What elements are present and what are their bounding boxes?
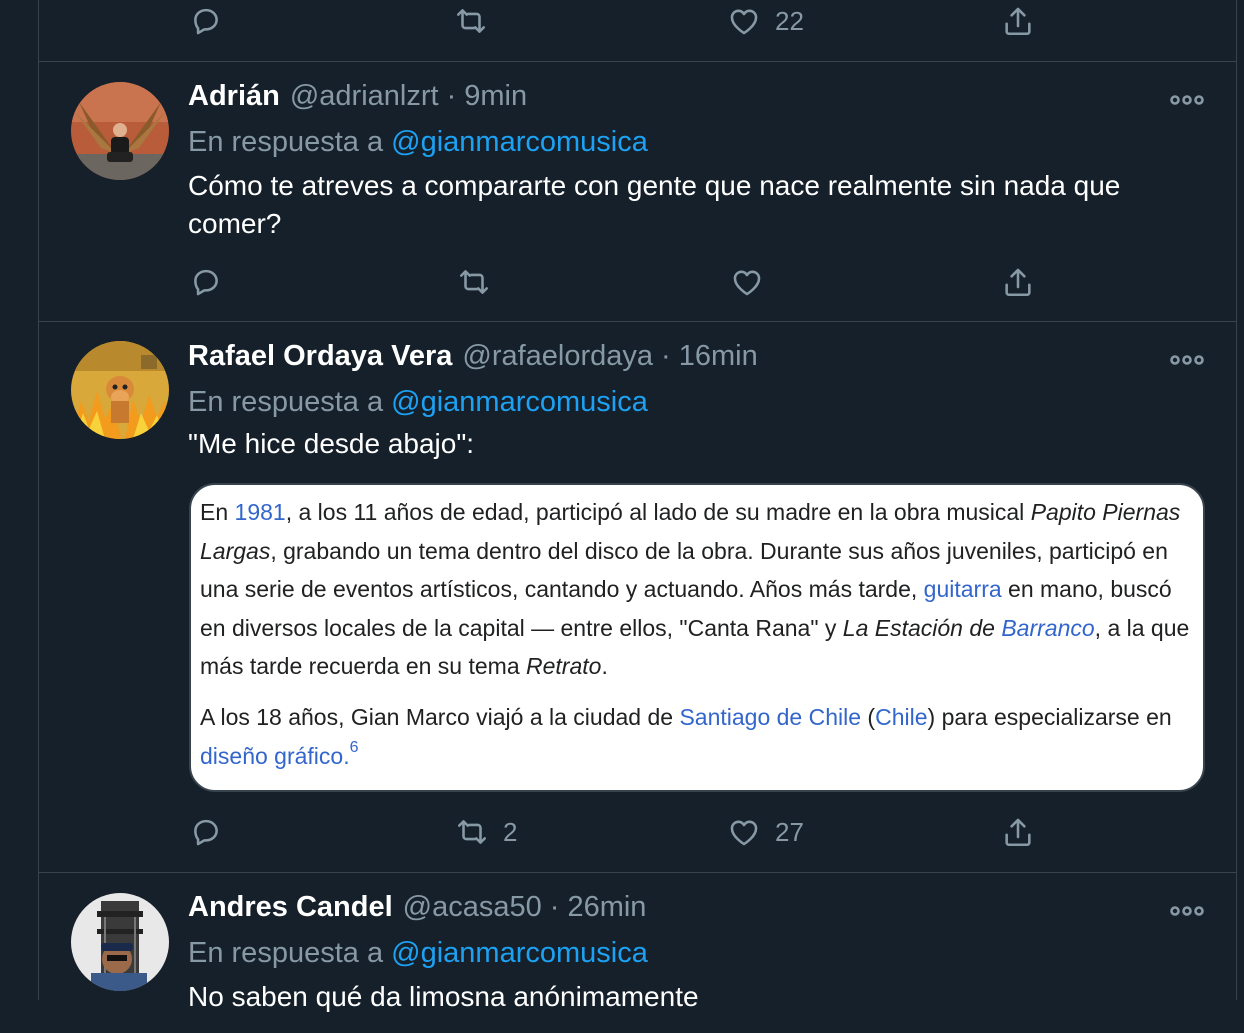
like-button[interactable]: 27 — [727, 812, 804, 852]
like-button[interactable]: 22 — [727, 1, 804, 41]
more-icon — [1170, 906, 1204, 916]
tweet-actions: 22 — [189, 1, 1069, 41]
timeline-column: 22 Adrián @adrianlzrt · 9min En respuest… — [38, 0, 1237, 1012]
reply-context: En respuesta a @gianmarcomusica — [188, 386, 648, 419]
tweet[interactable]: Rafael Ordaya Vera @rafaelordaya · 16min… — [39, 322, 1236, 873]
separator: · — [661, 340, 671, 372]
image-card[interactable]: En 1981, a los 11 años de edad, particip… — [189, 483, 1205, 792]
text-run: . — [601, 653, 608, 679]
heart-icon — [730, 820, 758, 846]
retweet-icon — [459, 270, 489, 294]
reply-context: En respuesta a @gianmarcomusica — [188, 937, 648, 970]
like-count: 22 — [775, 5, 804, 36]
reply-icon — [194, 8, 218, 35]
text-run: En — [200, 499, 235, 525]
mention-link[interactable]: @gianmarcomusica — [391, 126, 648, 158]
wiki-link: 1981 — [234, 499, 286, 525]
heart-icon — [730, 9, 758, 35]
text-run: A los 18 años, Gian Marco viajó a la ciu… — [200, 704, 680, 730]
more-icon — [1170, 355, 1204, 365]
wiki-link: guitarra — [923, 576, 1002, 602]
reply-prefix: En respuesta a — [188, 937, 392, 969]
reply-button[interactable] — [189, 262, 223, 302]
text-run: , a los 11 años de edad, participó al la… — [285, 499, 1031, 525]
tweet-text: Cómo te atreves a compararte con gente q… — [188, 170, 1121, 239]
mention-link[interactable]: @gianmarcomusica — [391, 937, 648, 969]
reply-button[interactable] — [189, 812, 223, 852]
tweet-header: Rafael Ordaya Vera @rafaelordaya · 16min — [188, 340, 758, 380]
share-icon — [1005, 818, 1031, 847]
display-name[interactable]: Rafael Ordaya Vera — [188, 340, 452, 373]
user-handle[interactable]: @acasa50 — [403, 891, 542, 924]
share-button[interactable] — [1001, 262, 1035, 302]
retweet-button[interactable]: 2 — [455, 812, 517, 852]
italic-text: La Estación de — [842, 614, 1002, 641]
more-options-button[interactable] — [1169, 901, 1205, 921]
more-options-button[interactable] — [1169, 350, 1205, 370]
tweet-text: "Me hice desde abajo": — [188, 428, 475, 459]
previous-tweet: 22 — [39, 0, 1236, 62]
heart-icon — [733, 270, 761, 296]
avatar[interactable] — [71, 341, 169, 439]
avatar[interactable] — [71, 82, 169, 180]
reply-icon — [194, 819, 218, 846]
tweet-actions — [189, 262, 1069, 302]
like-button[interactable] — [730, 262, 764, 302]
more-options-button[interactable] — [1169, 90, 1205, 110]
reply-button[interactable] — [189, 1, 223, 41]
share-icon — [1005, 7, 1031, 36]
user-handle[interactable]: @adrianlzrt — [290, 80, 439, 113]
tweet[interactable]: Andres Candel @acasa50 · 26min En respue… — [39, 873, 1236, 1033]
reply-icon — [194, 269, 218, 296]
separator: · — [549, 891, 560, 923]
retweet-button[interactable] — [457, 262, 491, 302]
reply-prefix: En respuesta a — [188, 126, 392, 158]
user-handle[interactable]: @rafaelordaya — [462, 340, 653, 373]
tweet-actions: 2 27 — [189, 812, 1069, 852]
citation-superscript: 6 — [349, 738, 359, 756]
retweet-icon — [456, 9, 486, 33]
separator: · — [446, 80, 457, 112]
tweet-header: Andres Candel @acasa50 · 26min — [188, 891, 646, 931]
wiki-link: diseño gráfico — [200, 742, 344, 769]
reply-context: En respuesta a @gianmarcomusica — [188, 126, 648, 159]
reply-prefix: En respuesta a — [188, 386, 392, 418]
mention-link[interactable]: @gianmarcomusica — [391, 386, 648, 418]
tweet[interactable]: Adrián @adrianlzrt · 9min En respuesta a… — [39, 62, 1236, 322]
display-name[interactable]: Adrián — [188, 80, 280, 113]
italic-text: Retrato — [526, 653, 602, 679]
tweet-header: Adrián @adrianlzrt · 9min — [188, 80, 527, 120]
text-run: ( — [861, 704, 876, 730]
timestamp[interactable]: 26min — [567, 891, 646, 924]
wiki-paragraph-1: En 1981, a los 11 años de edad, particip… — [200, 493, 1200, 686]
timestamp[interactable]: 9min — [464, 80, 527, 113]
tweet-text: No saben qué da limosna anónimamente — [188, 981, 699, 1012]
more-icon — [1170, 95, 1204, 105]
share-button[interactable] — [1001, 1, 1035, 41]
wiki-link: Chile — [875, 704, 928, 730]
retweet-count: 2 — [503, 816, 518, 847]
share-button[interactable] — [1001, 812, 1035, 852]
retweet-icon — [457, 820, 487, 844]
text-run: ) para especializarse en — [927, 704, 1172, 730]
wiki-paragraph-2: A los 18 años, Gian Marco viajó a la ciu… — [200, 698, 1200, 775]
timestamp[interactable]: 16min — [679, 340, 758, 373]
retweet-button[interactable] — [454, 1, 488, 41]
wiki-link: Santiago de Chile — [679, 704, 862, 730]
like-count: 27 — [775, 816, 804, 847]
display-name[interactable]: Andres Candel — [188, 891, 393, 924]
avatar[interactable] — [71, 893, 169, 991]
wiki-link: Barranco — [1001, 614, 1095, 641]
share-icon — [1005, 268, 1031, 297]
